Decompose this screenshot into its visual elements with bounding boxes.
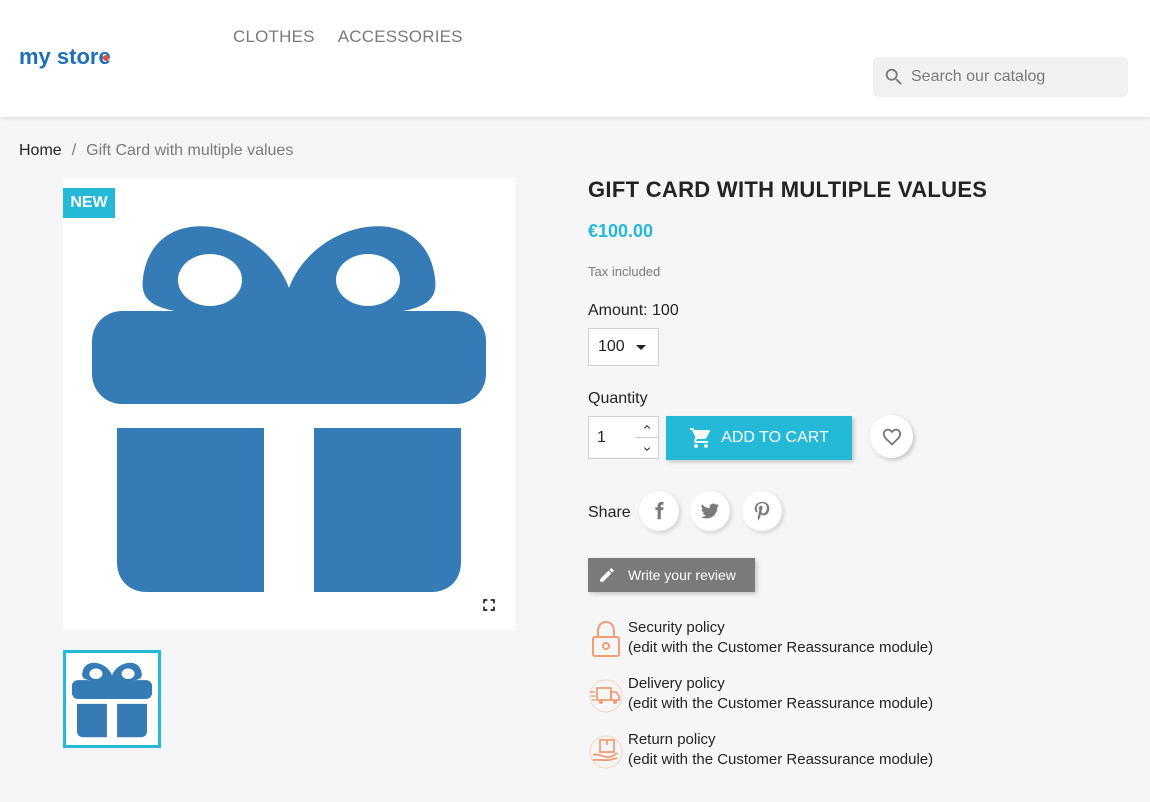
twitter-share-button[interactable] <box>690 491 730 531</box>
heart-outline-icon <box>882 428 901 446</box>
reassurance-security: Security policy (edit with the Customer … <box>588 619 988 665</box>
nav-accessories[interactable]: ACCESSORIES <box>338 27 463 47</box>
reassurance-detail: (edit with the Customer Reassurance modu… <box>628 639 934 656</box>
store-logo[interactable]: my store <box>19 40 119 74</box>
amount-selected-value: 100 <box>598 338 625 355</box>
facebook-share-button[interactable] <box>639 491 679 531</box>
new-badge: NEW <box>63 188 115 218</box>
quantity-label: Quantity <box>588 390 648 407</box>
search-box <box>873 57 1128 97</box>
reassurance-title: Delivery policy <box>628 675 725 692</box>
reassurance-delivery: Delivery policy (edit with the Customer … <box>588 675 988 721</box>
wishlist-button[interactable] <box>870 415 913 458</box>
facebook-icon <box>655 501 664 520</box>
breadcrumb-current: Gift Card with multiple values <box>86 142 294 159</box>
add-to-cart-label: ADD TO CART <box>721 429 829 446</box>
pinterest-share-button[interactable] <box>742 491 782 531</box>
reassurance-title: Security policy <box>628 619 725 636</box>
product-cover-image[interactable] <box>63 178 515 630</box>
product-title: GIFT CARD WITH MULTIPLE VALUES <box>588 177 988 202</box>
fullscreen-icon[interactable] <box>479 595 499 615</box>
site-header: my store CLOTHES ACCESSORIES <box>0 0 1150 117</box>
nav-clothes[interactable]: CLOTHES <box>233 27 315 47</box>
padlock-icon <box>592 620 620 657</box>
write-review-label: Write your review <box>628 567 736 583</box>
amount-label: Amount: 100 <box>588 302 679 319</box>
reassurance-return: Return policy (edit with the Customer Re… <box>588 731 988 777</box>
return-parcel-icon <box>589 735 623 769</box>
quantity-stepper <box>635 416 659 459</box>
quantity-decrease-button[interactable] <box>635 438 658 459</box>
breadcrumb-home[interactable]: Home <box>19 142 62 160</box>
delivery-truck-icon <box>589 679 623 713</box>
tax-note: Tax included <box>588 264 661 279</box>
product-thumbnail[interactable] <box>63 650 161 748</box>
chevron-down-icon <box>643 446 650 451</box>
add-to-cart-button[interactable]: ADD TO CART <box>666 416 852 460</box>
quantity-input[interactable] <box>588 416 636 459</box>
search-icon[interactable] <box>883 66 905 88</box>
caret-down-icon <box>636 345 646 350</box>
breadcrumb: Home / Gift Card with multiple values <box>19 142 293 160</box>
search-input[interactable] <box>911 57 1121 97</box>
amount-select[interactable]: 100 <box>588 328 659 366</box>
reassurance-title: Return policy <box>628 731 716 748</box>
main-nav: CLOTHES ACCESSORIES <box>233 27 463 47</box>
chevron-up-icon <box>643 425 650 429</box>
breadcrumb-separator: / <box>71 142 77 159</box>
reassurance-detail: (edit with the Customer Reassurance modu… <box>628 751 934 768</box>
gift-thumbnail-icon <box>71 662 153 738</box>
twitter-icon <box>700 503 720 519</box>
quantity-increase-button[interactable] <box>635 417 658 438</box>
svg-text:my store: my store <box>19 44 111 69</box>
gift-icon <box>92 226 486 592</box>
reassurance-detail: (edit with the Customer Reassurance modu… <box>628 695 934 712</box>
shopping-cart-icon <box>690 428 711 448</box>
write-review-button[interactable]: Write your review <box>588 558 755 592</box>
product-price: €100.00 <box>588 221 654 241</box>
pencil-icon <box>600 568 614 582</box>
pinterest-icon <box>754 501 770 521</box>
share-label: Share <box>588 504 631 521</box>
